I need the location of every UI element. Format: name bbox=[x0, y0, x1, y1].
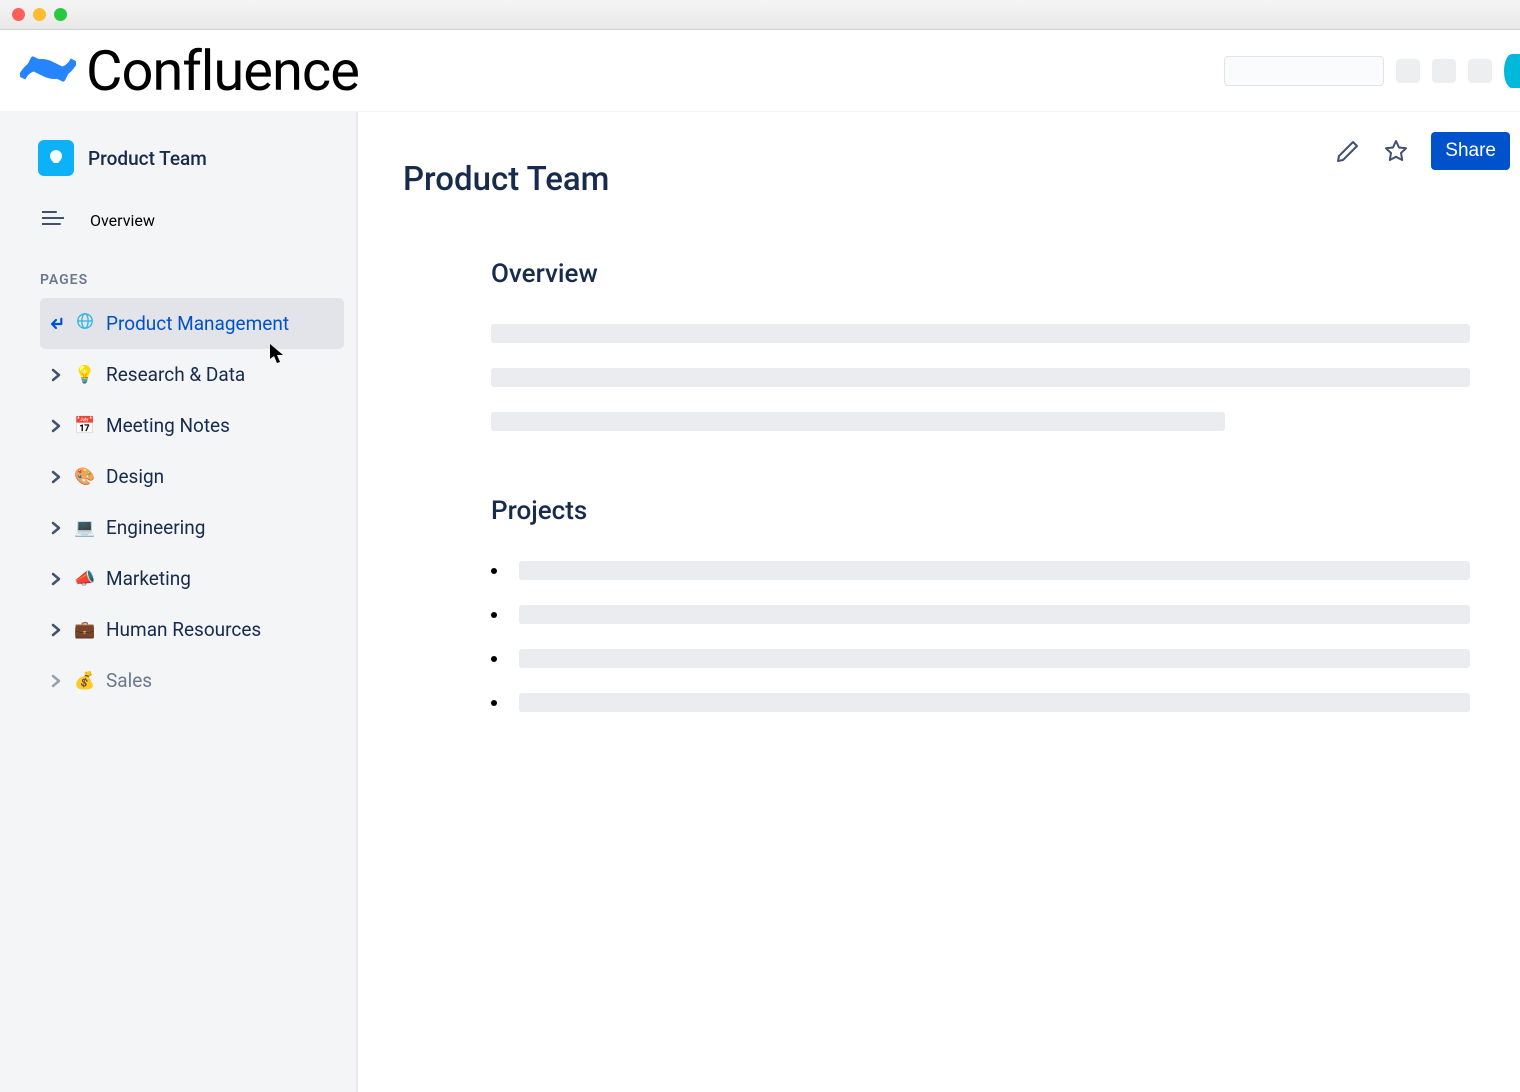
logo-area: Confluence bbox=[20, 38, 359, 104]
bullet-icon bbox=[491, 656, 497, 662]
skeleton-line bbox=[519, 605, 1470, 624]
pages-section-header: PAGES bbox=[0, 250, 356, 298]
header-action-3[interactable] bbox=[1468, 59, 1492, 83]
page-item-label: Sales bbox=[106, 669, 152, 692]
header-action-2[interactable] bbox=[1432, 59, 1456, 83]
app-header: Confluence bbox=[0, 30, 1520, 112]
main-layout: Product Team Overview PAGES Product Mana… bbox=[0, 112, 1520, 1092]
skeleton-line bbox=[519, 561, 1470, 580]
projects-heading: Projects bbox=[491, 496, 1470, 526]
confluence-logo-icon bbox=[20, 41, 76, 101]
page-emoji-icon: 📅 bbox=[74, 416, 96, 436]
sidebar-page-item[interactable]: 📅 Meeting Notes bbox=[40, 400, 344, 451]
star-icon[interactable] bbox=[1383, 138, 1409, 164]
content-area: Share Product Team Overview Projects bbox=[358, 112, 1520, 1092]
search-input[interactable] bbox=[1224, 56, 1384, 86]
page-emoji-icon: 💰 bbox=[74, 671, 96, 691]
sidebar-page-item[interactable]: Product Management bbox=[40, 298, 344, 349]
page-item-label: Engineering bbox=[106, 516, 205, 539]
skeleton-line bbox=[491, 412, 1225, 431]
sidebar: Product Team Overview PAGES Product Mana… bbox=[0, 112, 358, 1092]
content-toolbar: Share bbox=[1335, 132, 1510, 170]
bullet-icon bbox=[491, 700, 497, 706]
page-emoji-icon: 💼 bbox=[74, 620, 96, 640]
header-actions bbox=[1224, 54, 1500, 88]
list-item bbox=[491, 605, 1470, 624]
page-item-label: Human Resources bbox=[106, 618, 261, 641]
list-item bbox=[491, 649, 1470, 668]
app-name: Confluence bbox=[86, 38, 359, 104]
user-avatar[interactable] bbox=[1504, 54, 1520, 88]
skeleton-line bbox=[491, 368, 1470, 387]
sidebar-overview-link[interactable]: Overview bbox=[0, 186, 356, 250]
sidebar-page-item[interactable]: 🎨 Design bbox=[40, 451, 344, 502]
list-item bbox=[491, 693, 1470, 712]
space-header[interactable]: Product Team bbox=[0, 140, 356, 186]
page-emoji-icon: 🎨 bbox=[74, 467, 96, 487]
page-emoji-icon: 📣 bbox=[74, 569, 96, 589]
minimize-window-button[interactable] bbox=[33, 8, 46, 21]
space-name: Product Team bbox=[88, 147, 207, 170]
projects-list bbox=[491, 561, 1470, 712]
chevron-right-icon[interactable] bbox=[48, 572, 64, 586]
page-item-label: Marketing bbox=[106, 567, 191, 590]
space-icon bbox=[38, 140, 74, 176]
window-chrome bbox=[0, 0, 1520, 30]
chevron-right-icon[interactable] bbox=[48, 674, 64, 688]
skeleton-line bbox=[519, 693, 1470, 712]
chevron-right-icon[interactable] bbox=[48, 521, 64, 535]
share-button[interactable]: Share bbox=[1431, 132, 1510, 170]
overview-heading: Overview bbox=[491, 259, 1470, 289]
sidebar-page-item[interactable]: 💼 Human Resources bbox=[40, 604, 344, 655]
page-item-label: Research & Data bbox=[106, 363, 245, 386]
close-window-button[interactable] bbox=[12, 8, 25, 21]
chevron-right-icon[interactable] bbox=[48, 470, 64, 484]
overview-label: Overview bbox=[90, 211, 155, 230]
page-item-label: Meeting Notes bbox=[106, 414, 230, 437]
sidebar-page-item[interactable]: 💰 Sales bbox=[40, 655, 344, 706]
content-body: Overview Projects bbox=[403, 199, 1510, 712]
sidebar-page-item[interactable]: 💻 Engineering bbox=[40, 502, 344, 553]
edit-icon[interactable] bbox=[1335, 138, 1361, 164]
page-emoji-icon: 💻 bbox=[74, 518, 96, 538]
page-item-label: Product Management bbox=[106, 312, 289, 335]
header-action-1[interactable] bbox=[1396, 59, 1420, 83]
skeleton-line bbox=[519, 649, 1470, 668]
page-tree: Product Management 💡 Research & Data 📅 Meeti… bbox=[0, 298, 356, 706]
page-item-label: Design bbox=[106, 465, 164, 488]
list-item bbox=[491, 561, 1470, 580]
page-emoji-icon: 💡 bbox=[74, 365, 96, 385]
sidebar-page-item[interactable]: 📣 Marketing bbox=[40, 553, 344, 604]
chevron-right-icon[interactable] bbox=[48, 419, 64, 433]
sidebar-page-item[interactable]: 💡 Research & Data bbox=[40, 349, 344, 400]
chevron-right-icon[interactable] bbox=[48, 368, 64, 382]
chevron-right-icon[interactable] bbox=[48, 623, 64, 637]
maximize-window-button[interactable] bbox=[54, 8, 67, 21]
bullet-icon bbox=[491, 612, 497, 618]
bullet-icon bbox=[491, 568, 497, 574]
page-emoji-icon bbox=[74, 312, 96, 335]
overview-icon bbox=[42, 210, 64, 230]
return-icon[interactable] bbox=[48, 316, 64, 332]
skeleton-line bbox=[491, 324, 1470, 343]
